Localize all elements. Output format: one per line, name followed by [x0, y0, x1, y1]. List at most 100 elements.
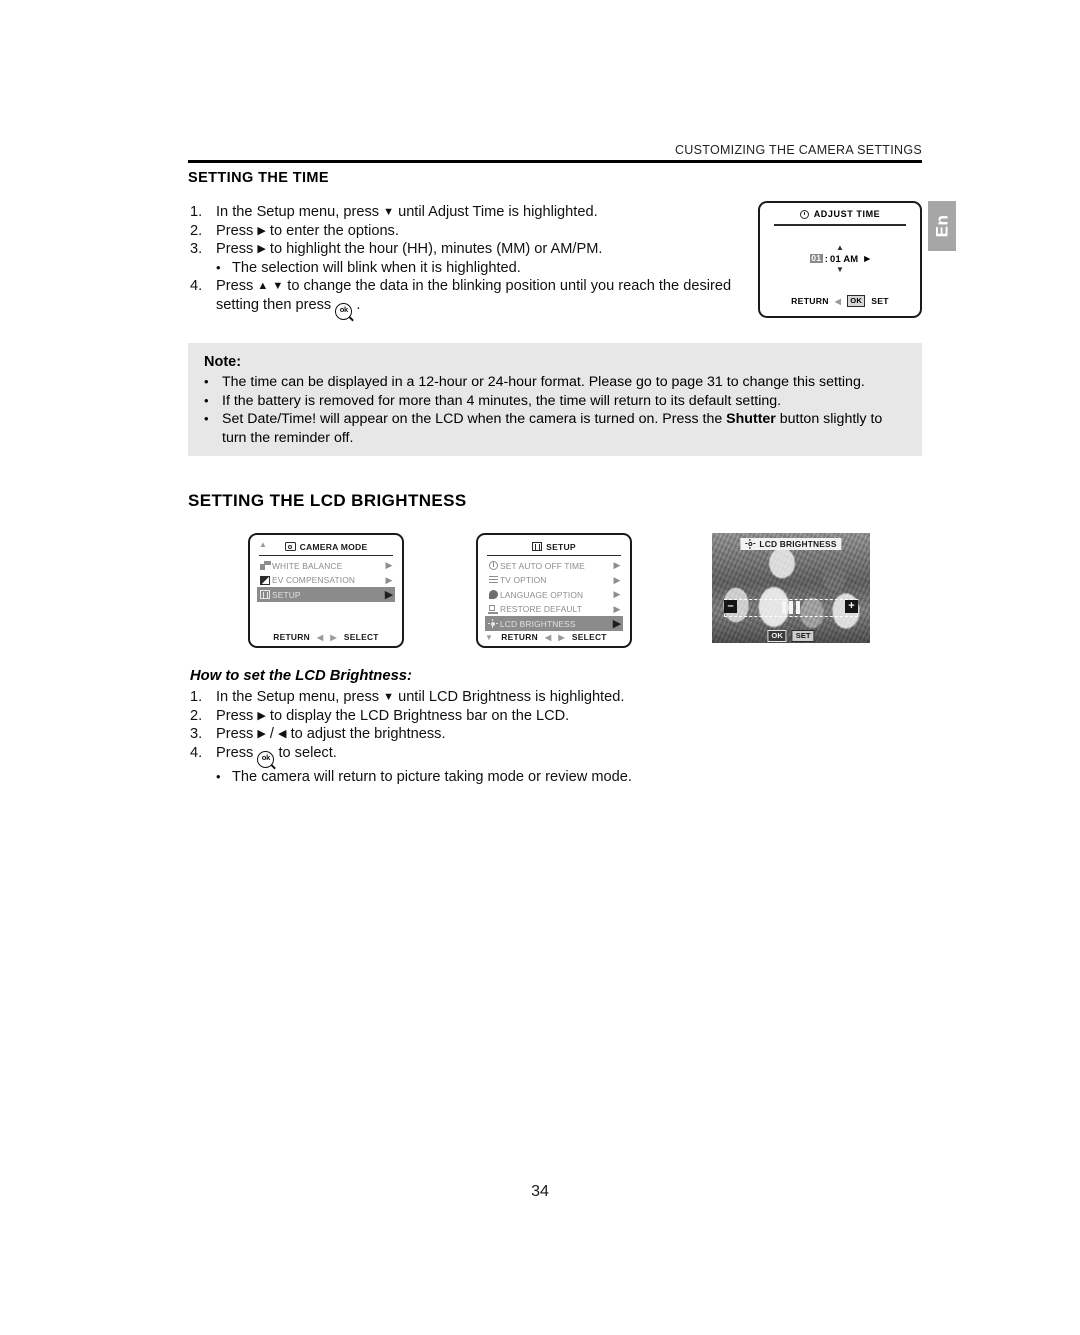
bullet-dot: • [216, 768, 221, 784]
step-number: 4. [190, 278, 203, 295]
bullet-dot: • [216, 259, 221, 275]
set-button[interactable]: SET [791, 630, 815, 642]
down-arrow-icon [383, 692, 394, 703]
brightness-increase-button[interactable]: + [845, 600, 858, 613]
footer-return-label[interactable]: RETURN [273, 632, 310, 642]
note-box: Note: • The time can be displayed in a 1… [188, 343, 922, 456]
ev-compensation-icon [258, 575, 272, 585]
screen-title: ADJUST TIME [813, 209, 881, 219]
list-item: 4. Press ok to select. [190, 744, 750, 768]
footer-select-label[interactable]: SELECT [572, 632, 607, 642]
note-text: The time can be displayed in a 12-hour o… [222, 374, 865, 390]
step-number: 3. [190, 726, 203, 743]
sub-bullet-text: The selection will blink when it is high… [232, 259, 521, 276]
step-text-before: Press [216, 726, 254, 743]
up-arrow-icon [257, 281, 268, 292]
screen-title-row: CAMERA MODE [250, 535, 402, 555]
step-text: Press to highlight the hour (HH), minute… [216, 240, 735, 259]
step-text-after: to adjust the brightness. [290, 726, 446, 743]
ok-button-icon[interactable]: OK [767, 630, 787, 642]
footer-return-label[interactable]: RETURN [501, 632, 538, 642]
scroll-up-caret-icon: ▲ [259, 540, 267, 549]
right-arrow-icon [257, 711, 265, 722]
screen-title: SETUP [546, 541, 576, 552]
menu-item-label: WHITE BALANCE [272, 560, 343, 571]
chevron-right-icon: ▶ [613, 560, 621, 571]
up-arrow-icon[interactable]: ▲ [760, 243, 920, 252]
step-number: 3. [190, 241, 203, 258]
ok-button-icon[interactable]: OK [847, 295, 866, 307]
ok-button-icon: ok [257, 750, 275, 768]
step-text: Press to change the data in the blinking… [216, 277, 735, 320]
step-text: Press to display the LCD Brightness bar … [216, 707, 750, 726]
screen-title-divider [774, 224, 906, 226]
left-arrow-icon: ◀ [834, 296, 842, 306]
step-number: 4. [190, 744, 203, 761]
menu-item-label: LCD BRIGHTNESS [500, 618, 576, 629]
brightness-decrease-button[interactable]: – [724, 600, 737, 613]
menu-list: SET AUTO OFF TIME ▶ TV OPTION ▶ LANGUAGE… [478, 556, 630, 631]
step-text-before: Press [216, 222, 254, 239]
time-value-row: 01 : 01 AM ▶ [760, 252, 920, 264]
bullet-dot: • [204, 374, 209, 389]
language-icon [486, 590, 500, 600]
footer-select-label[interactable]: SELECT [344, 632, 379, 642]
down-arrow-icon[interactable]: ▼ [760, 265, 920, 274]
menu-item-label: SET AUTO OFF TIME [500, 560, 585, 571]
time-separator: : [824, 252, 829, 264]
menu-item-restore-default[interactable]: RESTORE DEFAULT ▶ [485, 602, 623, 617]
bullet-dot: • [204, 411, 209, 427]
step-text: Press to enter the options. [216, 222, 735, 241]
list-item: 3. Press / to adjust the brightness. [190, 725, 750, 744]
menu-item-label: SETUP [272, 589, 301, 600]
menu-item-ev-compensation[interactable]: EV COMPENSATION ▶ [257, 573, 395, 588]
note-text: Set Date/Time! will appear on the LCD wh… [222, 411, 883, 446]
step-text-after: to select. [278, 744, 337, 761]
footer-return-label[interactable]: RETURN [791, 296, 829, 306]
note-emphasis: Shutter [726, 411, 776, 428]
chevron-right-icon: ▶ [613, 589, 621, 600]
brightness-slider-thumb[interactable] [782, 601, 800, 614]
right-arrow-icon: ▶ [558, 632, 565, 642]
menu-item-label: LANGUAGE OPTION [500, 589, 584, 600]
menu-item-language-option[interactable]: LANGUAGE OPTION ▶ [485, 587, 623, 602]
step-text-before: Press [216, 278, 254, 295]
setup-icon [532, 542, 543, 551]
list-item: 3. Press to highlight the hour (HH), min… [190, 240, 735, 259]
right-arrow-icon [257, 729, 265, 740]
step-text-before: Press [216, 744, 254, 761]
right-arrow-icon[interactable]: ▶ [864, 254, 870, 263]
left-arrow-icon [278, 729, 286, 740]
minutes-ampm-field[interactable]: 01 AM [830, 253, 858, 262]
note-title: Note: [204, 354, 242, 370]
menu-item-tv-option[interactable]: TV OPTION ▶ [485, 573, 623, 588]
right-arrow-icon [257, 244, 265, 255]
menu-item-lcd-brightness[interactable]: LCD BRIGHTNESS ▶ [485, 616, 623, 631]
page-title-setting-the-time: SETTING THE TIME [188, 170, 329, 186]
screen-footer: RETURN ◀ OK SET [760, 295, 920, 307]
screen-title-row: SETUP [478, 535, 630, 555]
tv-icon [486, 575, 500, 585]
menu-item-set-auto-off-time[interactable]: SET AUTO OFF TIME ▶ [485, 558, 623, 573]
step-text-trailing: . [356, 296, 361, 313]
step-text-after: to change the data in the blinking posit… [216, 278, 732, 313]
lcd-brightness-step-list: 1. In the Setup menu, press until LCD Br… [190, 688, 750, 786]
setting-time-step-list: 1. In the Setup menu, press until Adjust… [190, 203, 735, 320]
step-text-before: In the Setup menu, press [216, 689, 380, 705]
menu-item-setup[interactable]: SETUP ▶ [257, 587, 395, 602]
screen-title: CAMERA MODE [299, 541, 368, 552]
footer-set-label[interactable]: SET [871, 296, 889, 306]
step-text-before: Press [216, 241, 254, 258]
down-arrow-icon [272, 281, 283, 292]
screen-setup-menu: SETUP SET AUTO OFF TIME ▶ TV OPTION ▶ LA… [476, 533, 632, 648]
power-icon [486, 561, 500, 571]
hour-field[interactable]: 01 [809, 253, 823, 263]
menu-item-white-balance[interactable]: WHITE BALANCE ▶ [257, 558, 395, 573]
screen-lcd-brightness-preview: LCD BRIGHTNESS – + OK SET [712, 533, 870, 643]
right-arrow-icon: ▶ [330, 632, 337, 642]
screen-footer: RETURN ◀ ▶ SELECT [478, 632, 630, 642]
screen-adjust-time: ADJUST TIME ▲ 01 : 01 AM ▶ ▼ RETURN ◀ OK… [758, 201, 922, 318]
chevron-right-icon: ▶ [384, 589, 394, 602]
note-list: • The time can be displayed in a 12-hour… [204, 373, 906, 447]
list-item: 2. Press to enter the options. [190, 222, 735, 241]
